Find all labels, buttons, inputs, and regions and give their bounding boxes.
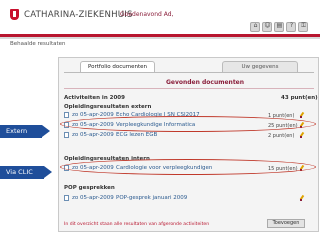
- help-icon[interactable]: ?: [286, 22, 296, 32]
- row-points: 2 punt(en): [268, 133, 295, 139]
- edit-icon[interactable]: [299, 132, 305, 138]
- highlight-ellipse-intern: [60, 159, 316, 175]
- row-date[interactable]: zo 05-apr-2009: [72, 132, 114, 138]
- document-icon[interactable]: ▤: [274, 22, 284, 32]
- section-divider: [64, 88, 314, 89]
- lock-icon[interactable]: ⚿: [298, 22, 308, 32]
- breadcrumb[interactable]: Behaalde resultaten: [10, 41, 66, 47]
- edit-icon[interactable]: [299, 112, 305, 118]
- callout-extern: Extern: [0, 125, 50, 138]
- edit-icon[interactable]: [299, 195, 305, 201]
- callout-via-clic: Via CLIC: [0, 166, 52, 179]
- people-icon[interactable]: ☺: [262, 22, 272, 32]
- activities-heading: Activiteiten in 2009: [64, 95, 125, 101]
- document-icon: [64, 195, 69, 201]
- document-icon: [64, 112, 69, 118]
- tab-divider: [64, 72, 314, 73]
- row-title[interactable]: ECG lezen EGB: [116, 132, 157, 138]
- activities-total: 43 punt(en): [281, 95, 318, 101]
- tab-uw-gegevens[interactable]: Uw gegevens: [222, 61, 298, 72]
- header: CATHARINA-ZIEKENHUIS Goedenavond Ad, ⌂ ☺…: [0, 0, 320, 34]
- header-divider: [0, 37, 320, 39]
- group-title-extern: Opleidingsresultaten extern: [64, 104, 152, 110]
- user-greeting: Goedenavond Ad,: [120, 11, 174, 18]
- row-title[interactable]: POP-gesprek januari 2009: [116, 195, 187, 201]
- footer-note: In dit overzicht staan alle resultaten v…: [64, 222, 210, 227]
- tab-portfolio-documenten[interactable]: Portfolio documenten: [80, 61, 155, 72]
- highlight-ellipse-extern: [60, 116, 316, 132]
- brand-name: CATHARINA-ZIEKENHUIS: [24, 10, 133, 20]
- document-icon: [64, 132, 69, 138]
- hospital-logo-icon: [10, 9, 19, 20]
- home-icon[interactable]: ⌂: [250, 22, 260, 32]
- add-button[interactable]: Toevoegen: [267, 219, 305, 228]
- row-date[interactable]: zo 05-apr-2009: [72, 195, 114, 201]
- section-title: Gevonden documenten: [165, 79, 245, 86]
- group-title-pop: POP gesprekken: [64, 185, 115, 191]
